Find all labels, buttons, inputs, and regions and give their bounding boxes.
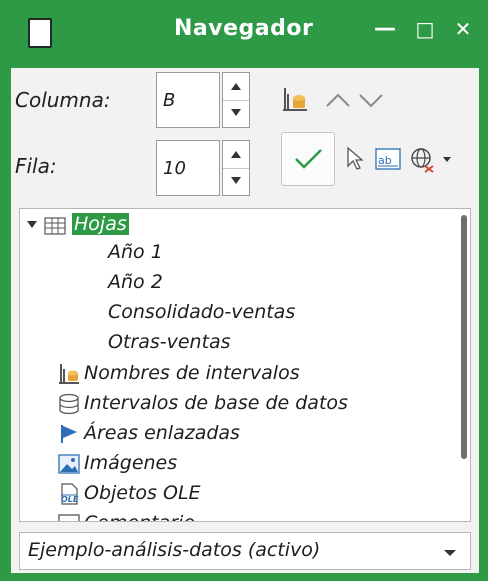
arrow-down-icon — [231, 109, 241, 116]
navigator-window: Navegador — □ ✕ Columna: B Fila: 10 ab H… — [0, 0, 488, 581]
previous-icon[interactable] — [324, 90, 352, 110]
comment-icon — [58, 514, 80, 521]
category-label: Imágenes — [84, 452, 178, 474]
tree-item-range-names[interactable]: Nombres de intervalos — [58, 360, 438, 390]
svg-text:OLE: OLE — [61, 495, 79, 504]
ole-icon: OLE — [61, 483, 79, 505]
tree-item-sheet[interactable]: Otras-ventas — [108, 331, 231, 361]
table-icon — [44, 217, 66, 235]
category-label: Comentario — [84, 512, 195, 521]
image-icon — [58, 454, 80, 474]
column-spin-arrows — [222, 72, 250, 128]
row-spinbox: 10 — [156, 140, 252, 196]
maximize-button[interactable]: □ — [410, 14, 440, 44]
toggle-content-button[interactable] — [281, 132, 335, 186]
category-label: Nombres de intervalos — [84, 362, 300, 384]
svg-text:ab: ab — [378, 154, 392, 167]
tree-item-database-ranges[interactable]: Intervalos de base de datos — [58, 390, 458, 420]
sheet-label: Consolidado-ventas — [108, 301, 296, 323]
checkmark-icon — [295, 149, 322, 169]
column-increment-button[interactable] — [223, 73, 249, 101]
navigator-tree[interactable]: Hojas Año 1 Año 2 Consolidado-ventas Otr… — [19, 208, 471, 522]
title-bar[interactable]: Navegador — □ ✕ — [0, 0, 488, 68]
range-names-icon[interactable] — [281, 86, 311, 114]
database-icon — [59, 393, 79, 415]
column-input[interactable]: B — [156, 72, 220, 128]
row-spin-arrows — [222, 140, 250, 196]
tree-root-hojas[interactable]: Hojas — [26, 211, 326, 241]
flag-icon — [61, 425, 77, 443]
close-button[interactable]: ✕ — [448, 14, 478, 44]
arrow-down-icon — [231, 177, 241, 184]
column-decrement-button[interactable] — [223, 100, 249, 127]
row-input[interactable]: 10 — [156, 140, 220, 196]
tree-item-images[interactable]: Imágenes — [58, 450, 438, 480]
column-spinbox: B — [156, 72, 252, 128]
tree-item-sheet[interactable]: Año 2 — [108, 271, 163, 301]
row-decrement-button[interactable] — [223, 168, 249, 195]
navigator-panel: Columna: B Fila: 10 ab Hojas Año 1 Año 2… — [11, 68, 479, 573]
category-label: Intervalos de base de datos — [84, 392, 348, 414]
tree-item-comments[interactable]: Comentario — [58, 510, 438, 521]
row-label: Fila: — [15, 154, 57, 178]
tree-label-hojas: Hojas — [72, 213, 129, 235]
next-icon[interactable] — [357, 90, 385, 110]
documents-globe-icon[interactable] — [409, 146, 439, 174]
row-increment-button[interactable] — [223, 141, 249, 169]
arrow-up-icon — [231, 151, 241, 158]
window-title: Navegador — [174, 16, 314, 41]
minimize-button[interactable]: — — [370, 14, 400, 44]
sheet-label: Otras-ventas — [108, 331, 231, 353]
dropdown-icon[interactable] — [442, 156, 452, 164]
category-label: Áreas enlazadas — [84, 422, 240, 444]
document-icon — [28, 18, 52, 48]
tree-item-linked-areas[interactable]: Áreas enlazadas — [58, 420, 438, 450]
tree-item-ole-objects[interactable]: OLE Objetos OLE — [58, 480, 438, 510]
category-label: Objetos OLE — [84, 482, 201, 504]
sheet-label: Año 1 — [108, 241, 163, 263]
tree-item-sheet[interactable]: Año 1 — [108, 241, 163, 271]
column-label: Columna: — [15, 88, 111, 112]
drag-mode-icon[interactable] — [345, 146, 365, 172]
chevron-down-icon[interactable] — [444, 550, 456, 556]
arrow-up-icon — [231, 83, 241, 90]
insert-as-hyperlink-icon[interactable]: ab — [374, 146, 402, 172]
sheet-label: Año 2 — [108, 271, 163, 293]
document-select[interactable]: Ejemplo-análisis-datos (activo) — [19, 532, 471, 570]
tree-scrollbar[interactable] — [461, 215, 467, 459]
tree-item-sheet[interactable]: Consolidado-ventas — [108, 301, 295, 331]
expand-arrow-icon[interactable] — [26, 220, 38, 230]
range-names-icon — [59, 364, 79, 384]
document-select-value: Ejemplo-análisis-datos (activo) — [28, 539, 321, 561]
